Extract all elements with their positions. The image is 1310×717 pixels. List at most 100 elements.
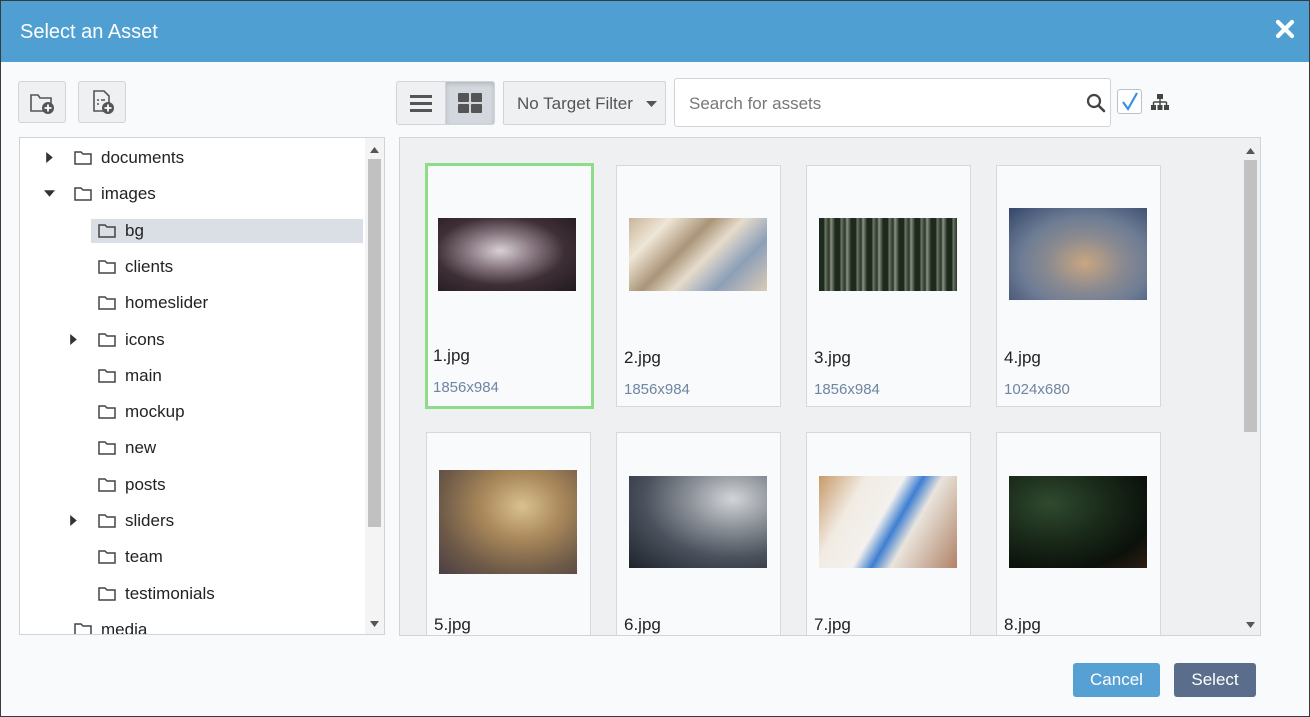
tree-item-new[interactable]: new [20, 436, 364, 460]
asset-thumbnail [1009, 476, 1147, 568]
grid-scrollbar[interactable] [1241, 138, 1260, 635]
tree-item-label: new [125, 438, 157, 458]
tree-item-label: mockup [125, 402, 185, 422]
folder-icon [98, 586, 116, 606]
tree-item-documents[interactable]: documents [20, 146, 364, 170]
folder-icon [98, 549, 116, 569]
list-view-icon [410, 95, 432, 112]
tree-scrollbar[interactable] [365, 138, 384, 634]
asset-name: 2.jpg [624, 348, 661, 367]
target-filter-label: No Target Filter [517, 94, 633, 113]
caret-down-icon[interactable] [44, 188, 55, 199]
tree-item-mockup[interactable]: mockup [20, 400, 364, 424]
dialog-title: Select an Asset [20, 21, 158, 43]
asset-name: 6.jpg [624, 615, 661, 634]
asset-name: 3.jpg [814, 348, 851, 367]
asset-name: 4.jpg [1004, 348, 1041, 367]
tree-item-posts[interactable]: posts [20, 473, 364, 497]
checkmark-icon [1122, 92, 1138, 112]
asset-thumbnail [1009, 208, 1147, 300]
include-subfolders-checkbox[interactable] [1117, 89, 1142, 114]
scroll-up-icon[interactable] [1246, 148, 1255, 154]
file-plus-icon [93, 90, 114, 114]
asset-card[interactable]: 7.jpg [806, 432, 971, 635]
asset-name: 1.jpg [433, 346, 470, 365]
folder-icon [98, 295, 116, 315]
scroll-thumb[interactable] [368, 159, 381, 527]
target-filter-dropdown[interactable]: No Target Filter [503, 81, 666, 125]
close-button[interactable] [1273, 17, 1297, 41]
folder-icon [98, 259, 116, 279]
new-folder-button[interactable] [18, 81, 66, 123]
tree-item-label: homeslider [125, 293, 209, 313]
folder-icon [98, 440, 116, 460]
tree-item-label: clients [125, 256, 174, 276]
tree-item-label: posts [125, 474, 166, 494]
tree-item-label: testimonials [125, 583, 215, 603]
grid-view-button[interactable] [445, 81, 495, 125]
scroll-down-icon[interactable] [370, 621, 379, 627]
folder-plus-icon [30, 94, 54, 114]
folder-icon [98, 477, 116, 497]
select-button[interactable]: Select [1174, 663, 1256, 697]
asset-card[interactable]: 2.jpg 1856x984 [616, 165, 781, 407]
tree-item-main[interactable]: main [20, 364, 364, 388]
tree-item-label: media [101, 619, 148, 635]
asset-grid: 1.jpg 1856x984 2.jpg 1856x984 3.jpg 1856x984 4… [399, 137, 1261, 636]
sitemap-icon[interactable] [1151, 94, 1169, 110]
tree-item-team[interactable]: team [20, 545, 364, 569]
caret-right-icon[interactable] [68, 515, 79, 526]
tree-item-label: icons [125, 329, 165, 349]
asset-dimensions: 1024x680 [1004, 381, 1070, 398]
tree-item-bg[interactable]: bg [91, 218, 363, 243]
tree-item-testimonials[interactable]: testimonials [20, 582, 364, 606]
caret-down-icon [646, 101, 657, 107]
tree-item-label: sliders [125, 511, 175, 530]
folder-tree: documents images bg clients homeslider icons m… [19, 137, 385, 635]
tree-item-icons[interactable]: icons [20, 328, 364, 352]
folder-icon [98, 404, 116, 424]
folder-icon [74, 150, 92, 170]
asset-card[interactable]: 1.jpg 1856x984 [425, 163, 594, 409]
caret-right-icon[interactable] [44, 152, 55, 163]
folder-icon [98, 513, 116, 533]
tree-item-label: images [101, 184, 156, 204]
close-icon [1275, 19, 1295, 39]
asset-name: 8.jpg [1004, 615, 1041, 634]
scroll-down-icon[interactable] [1246, 622, 1255, 628]
tree-item-media[interactable]: media [20, 618, 364, 635]
asset-thumbnail [629, 218, 767, 291]
asset-dimensions: 1856x984 [814, 381, 880, 398]
asset-card[interactable]: 5.jpg [426, 432, 591, 635]
tree-item-label: bg [125, 220, 144, 240]
grid-view-icon [458, 93, 482, 113]
asset-card[interactable]: 6.jpg [616, 432, 781, 635]
folder-icon [74, 622, 92, 634]
asset-card[interactable]: 8.jpg [996, 432, 1161, 635]
folder-icon [98, 332, 116, 352]
scroll-up-icon[interactable] [370, 147, 379, 153]
asset-card[interactable]: 3.jpg 1856x984 [806, 165, 971, 407]
asset-card[interactable]: 4.jpg 1024x680 [996, 165, 1161, 407]
tree-item-clients[interactable]: clients [20, 255, 364, 279]
caret-right-icon[interactable] [68, 333, 79, 345]
asset-thumbnail [629, 476, 767, 568]
asset-name: 5.jpg [434, 615, 471, 634]
list-view-button[interactable] [396, 81, 446, 125]
tree-item-homeslider[interactable]: homeslider [20, 291, 364, 315]
scroll-thumb[interactable] [1244, 160, 1257, 432]
asset-thumbnail [438, 218, 576, 291]
cancel-button[interactable]: Cancel [1073, 663, 1160, 697]
folder-icon [98, 368, 116, 388]
asset-thumbnail [819, 476, 957, 568]
folder-icon [98, 223, 116, 243]
folder-icon [74, 186, 92, 206]
tree-item-sliders[interactable]: sliders [20, 509, 364, 533]
asset-dimensions: 1856x984 [433, 379, 499, 396]
search-icon[interactable] [1086, 93, 1106, 113]
asset-thumbnail [439, 470, 577, 574]
tree-item-images[interactable]: images [20, 182, 364, 206]
tree-item-label: main [125, 365, 162, 385]
search-input[interactable] [687, 91, 1081, 117]
new-file-button[interactable] [78, 81, 126, 123]
